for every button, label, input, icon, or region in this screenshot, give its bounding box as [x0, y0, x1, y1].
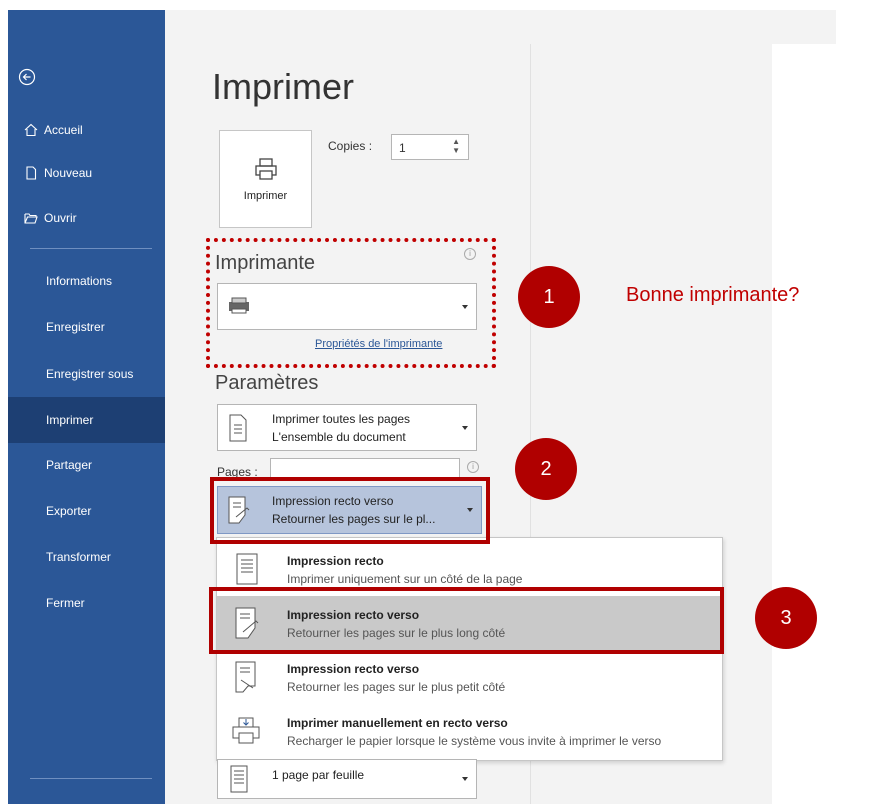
option-title: Imprimer manuellement en recto verso	[287, 716, 508, 730]
print-range-line1: Imprimer toutes les pages	[272, 412, 411, 426]
sidebar-item-partager[interactable]: Partager	[8, 442, 165, 488]
folder-open-icon	[24, 213, 38, 224]
copies-spinner[interactable]: 1 ▲ ▼	[391, 134, 469, 160]
option-description: Retourner les pages sur le plus petit cô…	[287, 680, 506, 694]
print-button[interactable]: Imprimer	[219, 130, 312, 228]
sidebar-item-label: Accueil	[44, 123, 83, 137]
sidebar-item-ouvrir[interactable]: Ouvrir	[8, 206, 165, 230]
option-description: Recharger le papier lorsque le système v…	[287, 734, 662, 748]
pages-per-sheet-label: 1 page par feuille	[272, 768, 365, 782]
option-description: Imprimer uniquement sur un côté de la pa…	[287, 572, 523, 586]
back-arrow-icon	[18, 68, 36, 86]
annotation-step-1: 1	[518, 266, 580, 328]
sidebar-item-label: Exporter	[46, 504, 92, 518]
menu-option-duplex-short-edge[interactable]: Impression recto verso Retourner les pag…	[217, 650, 722, 704]
sidebar-divider	[30, 778, 152, 779]
sidebar-item-label: Fermer	[46, 596, 85, 610]
print-button-label: Imprimer	[243, 190, 288, 202]
sidebar-item-transformer[interactable]: Transformer	[8, 534, 165, 580]
sidebar-item-enregistrer[interactable]: Enregistrer	[8, 304, 165, 350]
annotation-step-3: 3	[755, 587, 817, 649]
sidebar-item-exporter[interactable]: Exporter	[8, 488, 165, 534]
sidebar-item-fermer[interactable]: Fermer	[8, 580, 165, 626]
copies-value: 1	[399, 141, 406, 155]
sidebar-item-label: Nouveau	[44, 166, 93, 180]
annotation-step-2: 2	[515, 438, 577, 500]
option-title: Impression recto verso	[287, 662, 420, 676]
back-button[interactable]	[18, 68, 36, 86]
page-layout-icon	[230, 765, 248, 793]
sidebar-item-label: Enregistrer sous	[46, 367, 134, 381]
sidebar-item-label: Partager	[46, 458, 93, 472]
chevron-down-icon	[462, 777, 468, 781]
sidebar-item-label: Informations	[46, 274, 113, 288]
print-range-select[interactable]: Imprimer toutes les pages L'ensemble du …	[217, 404, 477, 451]
annotation-box-duplex-option	[209, 587, 724, 654]
info-icon[interactable]: i	[467, 461, 479, 473]
duplex-short-edge-icon	[235, 661, 256, 693]
sidebar-item-imprimer[interactable]: Imprimer	[8, 397, 165, 443]
sidebar-divider	[30, 248, 152, 249]
menu-option-manual-duplex[interactable]: Imprimer manuellement en recto verso Rec…	[217, 704, 722, 758]
annotation-box-printer	[206, 238, 496, 368]
sidebar-item-enregistrer-sous[interactable]: Enregistrer sous	[8, 351, 165, 397]
single-sided-icon	[236, 553, 258, 585]
sidebar-item-label: Enregistrer	[46, 320, 105, 334]
option-title: Impression recto	[287, 554, 384, 568]
spinner-arrows-icon[interactable]: ▲ ▼	[452, 137, 460, 155]
sidebar-item-accueil[interactable]: Accueil	[8, 118, 165, 142]
annotation-box-duplex-select	[210, 477, 490, 544]
sidebar-item-label: Ouvrir	[44, 211, 77, 225]
document-pages-icon	[229, 414, 247, 442]
copies-label: Copies :	[328, 139, 373, 153]
page-title: Imprimer	[212, 66, 354, 107]
print-range-text: Imprimer toutes les pages L'ensemble du …	[272, 412, 410, 444]
backstage-sidebar: Accueil Nouveau Ouvrir Informations Enre…	[8, 10, 165, 804]
printer-icon	[254, 158, 277, 180]
settings-section-title: Paramètres	[215, 372, 319, 394]
home-icon	[24, 123, 38, 137]
chevron-down-icon	[462, 425, 468, 430]
sidebar-item-informations[interactable]: Informations	[8, 258, 165, 304]
print-range-line2: L'ensemble du document	[272, 430, 406, 444]
print-preview-area	[772, 44, 884, 804]
pages-per-sheet-select[interactable]: 1 page par feuille	[217, 759, 477, 799]
annotation-text-1: Bonne imprimante?	[626, 284, 800, 306]
manual-duplex-icon	[232, 717, 260, 744]
new-document-icon	[26, 166, 37, 180]
sidebar-item-label: Imprimer	[46, 413, 94, 427]
sidebar-item-label: Transformer	[46, 550, 111, 564]
sidebar-item-nouveau[interactable]: Nouveau	[8, 161, 165, 185]
